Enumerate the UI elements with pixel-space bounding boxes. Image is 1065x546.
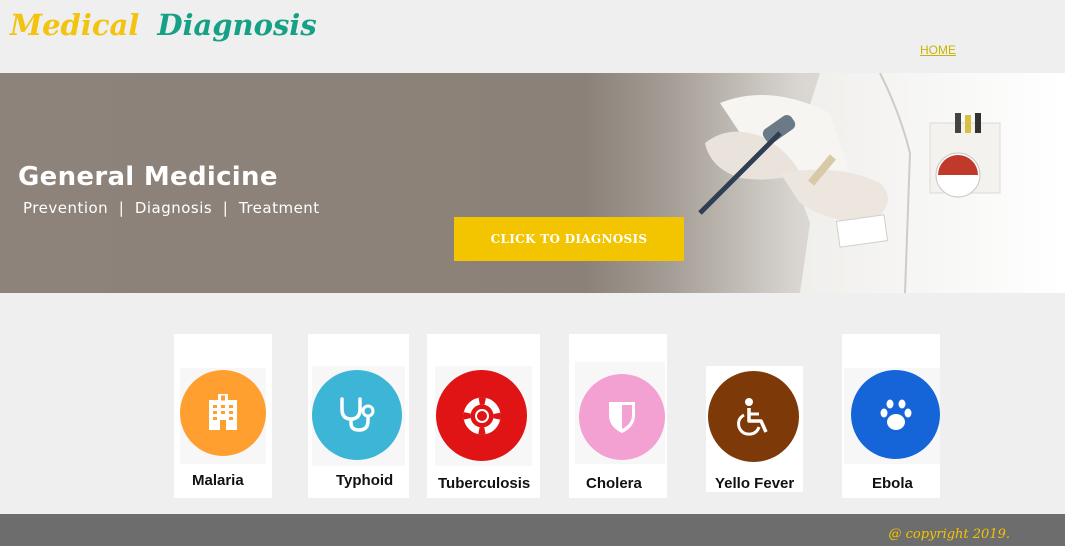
card-label: Typhoid xyxy=(336,472,394,489)
yello-fever-icon-circle xyxy=(708,371,799,462)
malaria-icon-circle xyxy=(180,370,266,456)
disease-card-cholera[interactable]: Cholera xyxy=(569,334,667,498)
stethoscope-icon xyxy=(340,397,375,432)
lifebuoy-icon xyxy=(463,397,500,434)
paw-icon xyxy=(880,399,911,430)
tuberculosis-icon-circle xyxy=(436,370,527,461)
disease-card-ebola[interactable]: Ebola xyxy=(842,334,940,498)
copyright-text: @ copyright 2019. xyxy=(888,527,1010,542)
brand-word-medical: Medical xyxy=(10,8,140,42)
card-label: Malaria xyxy=(192,472,244,489)
hero-banner: General Medicine Prevention | Diagnosis … xyxy=(0,73,1065,293)
site-logo[interactable]: Medical Diagnosis xyxy=(10,8,317,42)
nav-home-link[interactable]: HOME xyxy=(920,43,956,57)
typhoid-icon-circle xyxy=(312,370,402,460)
disease-card-typhoid[interactable]: Typhoid xyxy=(308,334,409,498)
brand-word-diagnosis: Diagnosis xyxy=(157,8,317,42)
card-label: Tuberculosis xyxy=(438,475,531,492)
hero-title: General Medicine xyxy=(18,162,278,192)
ebola-icon-circle xyxy=(851,370,940,459)
hospital-icon xyxy=(209,394,237,430)
footer: @ copyright 2019. xyxy=(0,514,1065,546)
shield-icon xyxy=(609,402,635,433)
cholera-icon-circle xyxy=(579,374,665,460)
card-label: Yello Fever xyxy=(715,475,795,492)
disease-card-malaria[interactable]: Malaria xyxy=(174,334,272,498)
click-to-diagnosis-button[interactable]: CLICK TO DIAGNOSIS xyxy=(454,217,684,261)
card-label: Cholera xyxy=(586,475,642,492)
hero-subtitle: Prevention | Diagnosis | Treatment xyxy=(23,199,320,217)
disease-card-tuberculosis[interactable]: Tuberculosis xyxy=(427,334,540,498)
disease-card-yello-fever[interactable]: Yello Fever xyxy=(706,366,803,492)
card-label: Ebola xyxy=(872,475,913,492)
wheelchair-icon xyxy=(736,397,768,436)
